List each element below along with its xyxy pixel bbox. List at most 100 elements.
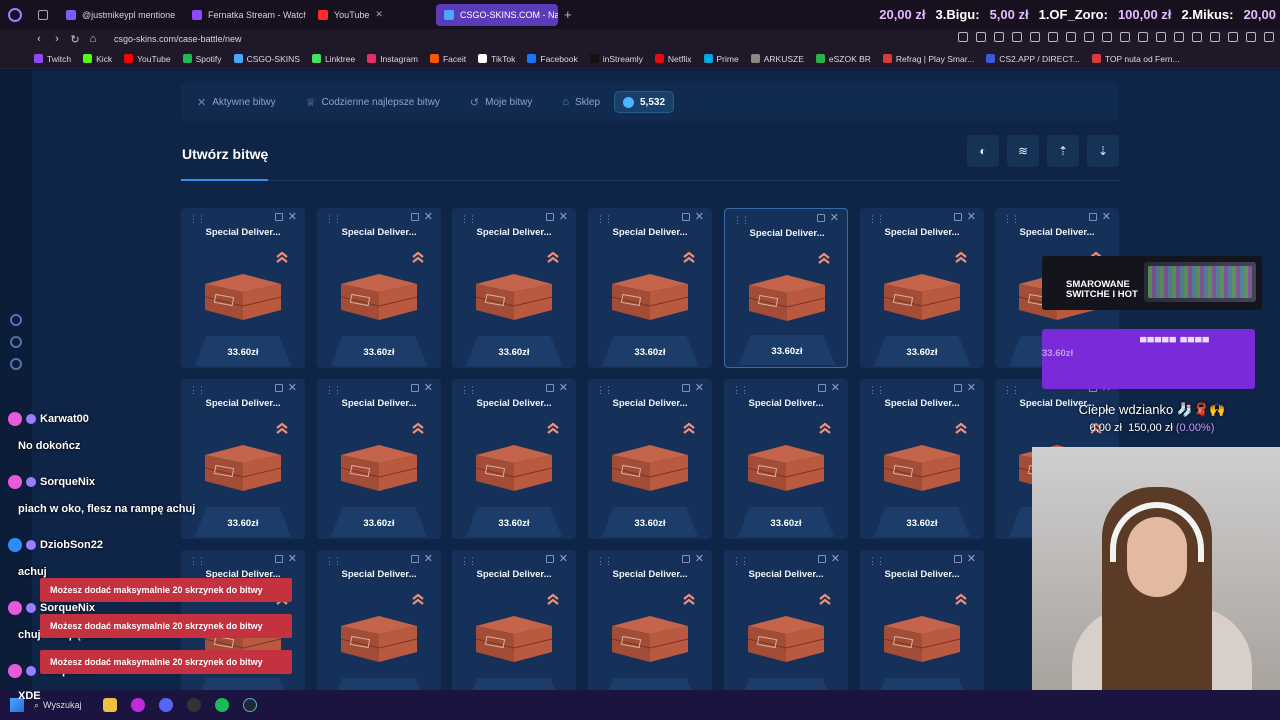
drag-handle-icon[interactable]: ⋮⋮ <box>189 214 206 225</box>
close-icon[interactable]: ✕ <box>1102 210 1111 223</box>
drag-handle-icon[interactable]: ⋮⋮ <box>596 556 613 567</box>
extension-icon[interactable] <box>976 32 986 42</box>
close-icon[interactable]: ✕ <box>288 381 297 394</box>
extension-icon[interactable] <box>1174 32 1184 42</box>
duplicate-icon[interactable] <box>954 384 962 392</box>
extension-icon[interactable] <box>1048 32 1058 42</box>
nav-item[interactable]: ♕ Codzienne najlepsze bitwy <box>306 96 440 109</box>
close-icon[interactable]: ✕ <box>559 210 568 223</box>
bookmark-item[interactable]: Spotify <box>182 54 222 64</box>
drag-handle-icon[interactable]: ⋮⋮ <box>325 385 342 396</box>
bookmark-item[interactable]: CS2.APP / DIRECT... <box>986 54 1080 64</box>
bookmark-item[interactable]: YouTube <box>124 54 171 64</box>
browser-tab[interactable]: Fernatka Stream - Watch L✕ <box>184 4 306 26</box>
bookmark-item[interactable]: Linktree <box>311 54 355 64</box>
extension-icon[interactable] <box>1084 32 1094 42</box>
new-tab-button[interactable]: + <box>564 7 572 22</box>
duplicate-icon[interactable] <box>411 384 419 392</box>
close-icon[interactable]: ✕ <box>830 211 839 224</box>
balance-badge[interactable]: 5,532 <box>614 91 675 113</box>
drag-handle-icon[interactable]: ⋮⋮ <box>596 385 613 396</box>
close-icon[interactable]: ✕ <box>967 381 976 394</box>
drag-handle-icon[interactable]: ⋮⋮ <box>189 556 206 567</box>
extension-icon[interactable] <box>1228 32 1238 42</box>
drag-handle-icon[interactable]: ⋮⋮ <box>460 556 477 567</box>
duplicate-icon[interactable] <box>954 213 962 221</box>
close-icon[interactable]: ✕ <box>424 210 433 223</box>
close-icon[interactable]: ✕ <box>424 552 433 565</box>
extension-icon[interactable] <box>1210 32 1220 42</box>
extension-icon[interactable] <box>1066 32 1076 42</box>
extension-icon[interactable] <box>1030 32 1040 42</box>
close-icon[interactable]: ✕ <box>695 210 704 223</box>
back-icon[interactable]: ‹ <box>30 33 48 45</box>
case-card[interactable]: ⋮⋮ ✕ Special Deliver... 33.60zł <box>588 379 712 539</box>
drag-handle-icon[interactable]: ⋮⋮ <box>868 556 885 567</box>
bookmark-item[interactable]: Kick <box>83 54 112 64</box>
close-icon[interactable]: ✕ <box>695 381 704 394</box>
nav-item[interactable]: ↺ Moje bitwy <box>470 96 532 109</box>
layers-button[interactable]: ≋ <box>1007 135 1039 167</box>
bookmark-item[interactable]: TikTok <box>478 54 515 64</box>
case-card[interactable]: ⋮⋮ ✕ Special Deliver... 33.60zł <box>452 208 576 368</box>
bookmark-item[interactable]: Refrag | Play Smar... <box>882 54 974 64</box>
duplicate-icon[interactable] <box>275 555 283 563</box>
drag-handle-icon[interactable]: ⋮⋮ <box>1003 385 1020 396</box>
discord-icon[interactable] <box>10 336 22 348</box>
duplicate-icon[interactable] <box>546 384 554 392</box>
sort-asc-button[interactable]: ⇡ <box>1047 135 1079 167</box>
bookmark-item[interactable]: Instagram <box>367 54 418 64</box>
case-card[interactable]: ⋮⋮ ✕ Special Deliver... 33.60zł <box>860 208 984 368</box>
bookmark-item[interactable]: Twitch <box>34 54 71 64</box>
close-icon[interactable]: ✕ <box>559 381 568 394</box>
extension-icon[interactable] <box>1156 32 1166 42</box>
duplicate-icon[interactable] <box>1089 213 1097 221</box>
spotify-app-icon[interactable] <box>208 690 236 720</box>
case-card[interactable]: ⋮⋮ ✕ Special Deliver... 33.60zł <box>181 208 305 368</box>
close-icon[interactable]: ✕ <box>288 552 297 565</box>
duplicate-icon[interactable] <box>411 555 419 563</box>
opera-icon[interactable] <box>124 690 152 720</box>
browser-tab[interactable]: CSGO-SKINS.COM - Najle✕ <box>436 3 558 26</box>
duplicate-icon[interactable] <box>411 213 419 221</box>
bookmark-item[interactable]: Facebook <box>527 54 578 64</box>
extension-icon[interactable] <box>1138 32 1148 42</box>
nav-item[interactable]: ✕ Aktywne bitwy <box>197 96 276 109</box>
case-card[interactable]: ⋮⋮ ✕ Special Deliver... 33.60zł <box>452 550 576 710</box>
drag-handle-icon[interactable]: ⋮⋮ <box>868 214 885 225</box>
browser-menu-icon[interactable] <box>0 0 30 29</box>
case-card[interactable]: ⋮⋮ ✕ Special Deliver... 33.60zł <box>317 208 441 368</box>
bookmark-item[interactable]: inStreamly <box>589 54 643 64</box>
extension-icon[interactable] <box>1012 32 1022 42</box>
forward-icon[interactable]: › <box>48 33 66 45</box>
sort-desc-button[interactable]: ⇣ <box>1087 135 1119 167</box>
close-icon[interactable]: ✕ <box>375 9 383 20</box>
drag-handle-icon[interactable]: ⋮⋮ <box>732 385 749 396</box>
bookmark-item[interactable]: Netflix <box>654 54 692 64</box>
drag-handle-icon[interactable]: ⋮⋮ <box>868 385 885 396</box>
close-icon[interactable]: ✕ <box>831 381 840 394</box>
drag-handle-icon[interactable]: ⋮⋮ <box>733 215 750 226</box>
case-card[interactable]: ⋮⋮ ✕ Special Deliver... 33.60zł <box>860 379 984 539</box>
duplicate-icon[interactable] <box>275 384 283 392</box>
close-icon[interactable]: ✕ <box>831 552 840 565</box>
case-card[interactable]: ⋮⋮ ✕ Special Deliver... 33.60zł <box>724 208 848 368</box>
duplicate-icon[interactable] <box>954 555 962 563</box>
file-explorer-icon[interactable] <box>96 690 124 720</box>
case-card[interactable]: ⋮⋮ ✕ Special Deliver... 33.60zł <box>724 550 848 710</box>
discord-app-icon[interactable] <box>152 690 180 720</box>
drag-handle-icon[interactable]: ⋮⋮ <box>325 214 342 225</box>
case-card[interactable]: ⋮⋮ ✕ Special Deliver... 33.60zł <box>588 550 712 710</box>
close-icon[interactable]: ✕ <box>288 210 297 223</box>
site-info-icon[interactable]: ⌂ <box>84 33 102 45</box>
extension-icon[interactable] <box>1264 32 1274 42</box>
duplicate-icon[interactable] <box>818 555 826 563</box>
close-icon[interactable]: ✕ <box>967 552 976 565</box>
duplicate-icon[interactable] <box>546 213 554 221</box>
drag-handle-icon[interactable]: ⋮⋮ <box>189 385 206 396</box>
bookmark-item[interactable]: CSGO-SKINS <box>233 54 300 64</box>
extension-icon[interactable] <box>1120 32 1130 42</box>
close-icon[interactable]: ✕ <box>695 552 704 565</box>
drag-handle-icon[interactable]: ⋮⋮ <box>1003 214 1020 225</box>
case-card[interactable]: ⋮⋮ ✕ Special Deliver... 33.60zł <box>588 208 712 368</box>
